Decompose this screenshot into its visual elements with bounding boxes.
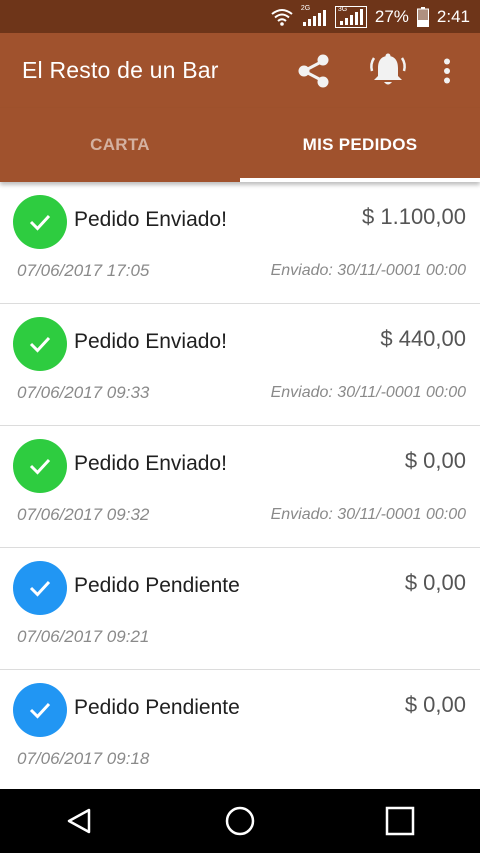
order-status: Pedido Enviado!: [74, 208, 227, 231]
order-row[interactable]: Pedido Enviado! $ 1.100,00 07/06/2017 17…: [0, 182, 480, 304]
share-icon[interactable]: [288, 45, 340, 97]
more-vert-icon[interactable]: [432, 45, 462, 97]
check-icon: [13, 439, 67, 493]
battery-percent: 27%: [374, 6, 409, 26]
order-status: Pedido Pendiente: [74, 574, 240, 597]
system-nav-bar: [0, 789, 480, 853]
tab-carta[interactable]: CARTA: [0, 108, 240, 182]
order-row[interactable]: Pedido Enviado! $ 440,00 07/06/2017 09:3…: [0, 304, 480, 426]
network-tag-3g: 3G: [337, 5, 348, 13]
order-date: 07/06/2017 09:21: [17, 627, 150, 646]
order-row[interactable]: Pedido Pendiente $ 0,00 07/06/2017 09:21: [0, 548, 480, 670]
order-row[interactable]: Pedido Pendiente $ 0,00 07/06/2017 09:18: [0, 670, 480, 789]
notification-bell-icon[interactable]: [362, 45, 414, 97]
order-amount: $ 440,00: [380, 326, 466, 351]
check-icon: [13, 683, 67, 737]
signal-3g-icon: 3G: [334, 5, 367, 28]
order-sent-date: Enviado: 30/11/-0001 00:00: [270, 506, 466, 523]
network-tag-2g: 2G: [300, 4, 311, 12]
order-amount: $ 0,00: [404, 692, 466, 717]
order-date: 07/06/2017 09:18: [17, 749, 150, 768]
signal-2g-icon: 2G: [300, 4, 327, 27]
orders-list: Pedido Enviado! $ 1.100,00 07/06/2017 17…: [0, 182, 480, 789]
tab-bar: CARTA MIS PEDIDOS: [0, 108, 480, 182]
app-bar: El Resto de un Bar: [0, 33, 480, 108]
wifi-icon: [271, 8, 293, 26]
order-status: Pedido Enviado!: [74, 452, 227, 475]
home-icon[interactable]: [200, 789, 280, 853]
back-icon[interactable]: [40, 789, 120, 853]
check-icon: [13, 317, 67, 371]
order-date: 07/06/2017 17:05: [17, 261, 150, 280]
order-status: Pedido Pendiente: [74, 696, 240, 719]
tab-mis-pedidos[interactable]: MIS PEDIDOS: [240, 108, 480, 182]
order-status: Pedido Enviado!: [74, 330, 227, 353]
clock: 2:41: [436, 6, 470, 26]
order-sent-date: Enviado: 30/11/-0001 00:00: [270, 384, 466, 401]
order-date: 07/06/2017 09:32: [17, 505, 150, 524]
app-title: El Resto de un Bar: [22, 57, 219, 83]
recents-icon[interactable]: [360, 789, 440, 853]
battery-icon: [416, 6, 429, 27]
order-amount: $ 1.100,00: [362, 204, 466, 229]
order-row[interactable]: Pedido Enviado! $ 0,00 07/06/2017 09:32 …: [0, 426, 480, 548]
order-date: 07/06/2017 09:33: [17, 383, 150, 402]
check-icon: [13, 195, 67, 249]
order-amount: $ 0,00: [404, 570, 466, 595]
status-bar: 2G 3G 27% 2:41: [0, 0, 480, 33]
order-sent-date: Enviado: 30/11/-0001 00:00: [270, 262, 466, 279]
check-icon: [13, 561, 67, 615]
order-amount: $ 0,00: [404, 448, 466, 473]
